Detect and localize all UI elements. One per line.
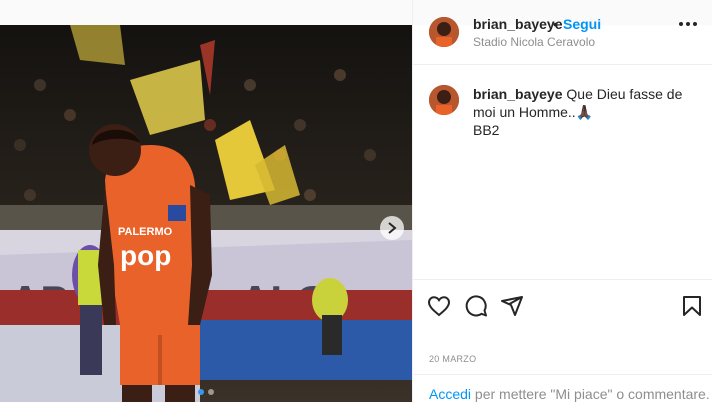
- post-header: brian_bayeye • Segui Stadio Nicola Cerav…: [413, 0, 712, 65]
- carousel-indicator: [0, 389, 412, 395]
- avatar-image: [429, 85, 459, 115]
- login-prompt: Accedi per mettere "Mi piace" o commenta…: [413, 374, 712, 402]
- post-sidebar: brian_bayeye • Segui Stadio Nicola Cerav…: [412, 0, 712, 402]
- instagram-post: AP ALG PALERMO pop: [0, 0, 712, 402]
- chevron-right-icon: [388, 222, 397, 234]
- caption-text-line2: BB2: [473, 122, 500, 138]
- carousel-dot: [208, 389, 214, 395]
- location-link[interactable]: Stadio Nicola Ceravolo: [473, 35, 595, 49]
- jersey-sponsor-main: pop: [120, 240, 171, 271]
- caption-avatar[interactable]: [429, 85, 459, 115]
- bookmark-icon[interactable]: [680, 294, 704, 318]
- jersey-sponsor-top: PALERMO: [118, 226, 173, 238]
- comments-section: brian_bayeye Que Dieu fasse de moi un Ho…: [413, 65, 712, 280]
- post-date[interactable]: 20 MARZO: [429, 354, 476, 364]
- more-icon[interactable]: [679, 22, 697, 26]
- header-username[interactable]: brian_bayeye: [473, 16, 563, 32]
- comment-icon[interactable]: [464, 294, 488, 318]
- avatar[interactable]: [429, 17, 459, 47]
- login-prompt-text: Accedi per mettere "Mi piace" o commenta…: [429, 386, 710, 402]
- avatar-image: [429, 17, 459, 47]
- separator-dot: •: [553, 16, 558, 32]
- post-media[interactable]: AP ALG PALERMO pop: [0, 25, 412, 402]
- caption: brian_bayeye Que Dieu fasse de moi un Ho…: [473, 85, 705, 139]
- follow-button[interactable]: Segui: [563, 16, 601, 32]
- login-prompt-rest: per mettere "Mi piace" o commentare.: [471, 386, 710, 402]
- login-link[interactable]: Accedi: [429, 386, 471, 402]
- carousel-next-button[interactable]: [380, 216, 404, 240]
- heart-icon[interactable]: [427, 294, 451, 318]
- post-photo: AP ALG PALERMO pop: [0, 25, 412, 402]
- share-icon[interactable]: [500, 294, 524, 318]
- carousel-dot-active: [198, 389, 204, 395]
- caption-username[interactable]: brian_bayeye: [473, 86, 563, 102]
- action-bar: [413, 280, 712, 330]
